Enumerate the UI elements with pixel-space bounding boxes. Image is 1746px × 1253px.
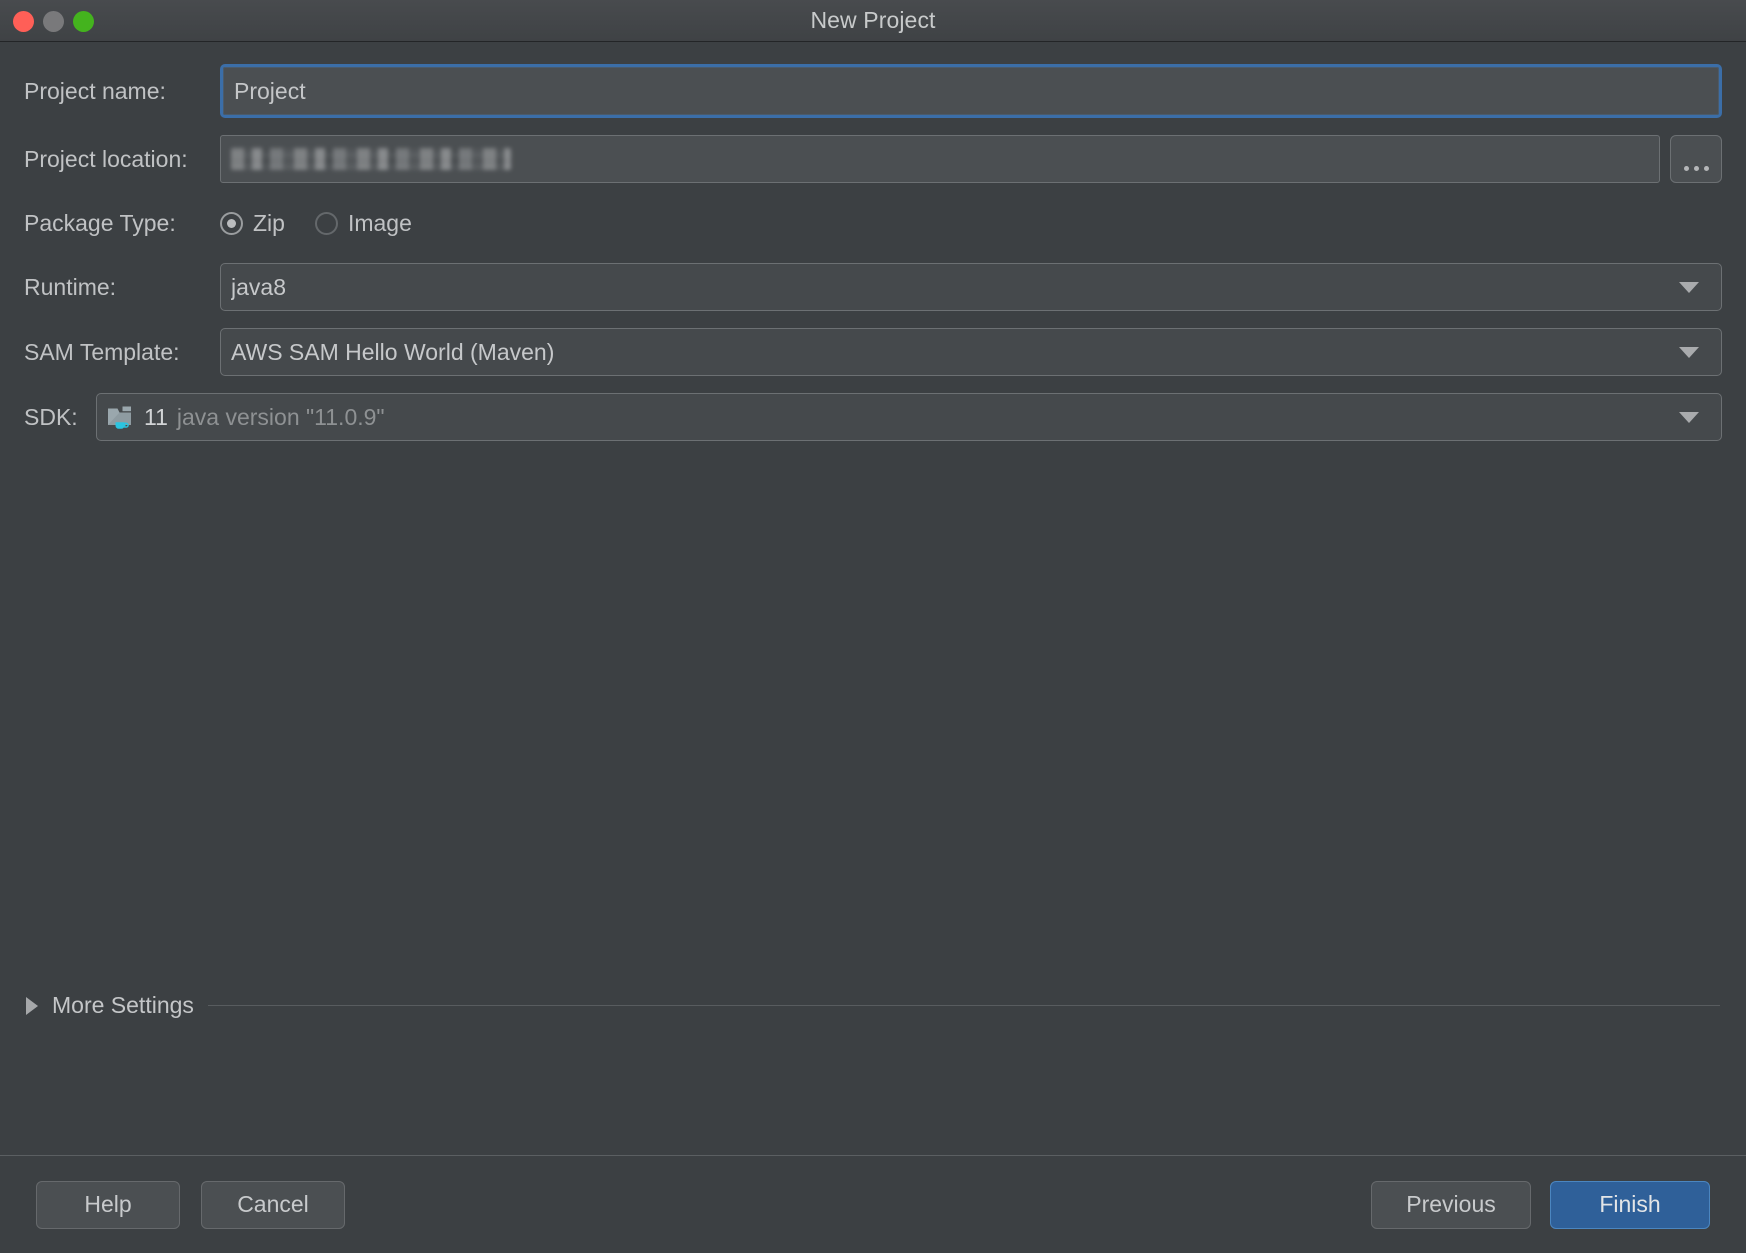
title-bar: New Project — [0, 0, 1746, 42]
runtime-value: java8 — [231, 274, 1679, 301]
row-sam-template: SAM Template: AWS SAM Hello World (Maven… — [24, 328, 1722, 376]
maximize-window-button[interactable] — [73, 11, 94, 32]
close-window-button[interactable] — [13, 11, 34, 32]
more-settings-label: More Settings — [52, 992, 194, 1019]
project-name-input-wrapper: Project — [220, 64, 1722, 118]
runtime-label: Runtime: — [24, 274, 220, 301]
row-runtime: Runtime: java8 — [24, 263, 1722, 311]
separator-line — [208, 1005, 1720, 1006]
new-project-dialog: New Project Project name: Project Projec… — [0, 0, 1746, 1253]
browse-location-button[interactable] — [1670, 135, 1722, 183]
sdk-value: 11 java version "11.0.9" — [107, 404, 1679, 431]
row-project-location: Project location: — [24, 135, 1722, 183]
minimize-window-button[interactable] — [43, 11, 64, 32]
project-name-input[interactable]: Project — [223, 67, 1719, 115]
radio-label-zip: Zip — [253, 210, 285, 237]
chevron-down-icon — [1679, 282, 1699, 293]
project-form: Project name: Project Project location: — [0, 42, 1746, 441]
sam-template-dropdown[interactable]: AWS SAM Hello World (Maven) — [220, 328, 1722, 376]
sam-template-label: SAM Template: — [24, 339, 220, 366]
radio-selected-dot-icon — [227, 219, 236, 228]
redacted-path-text — [231, 148, 511, 170]
triangle-right-icon[interactable] — [26, 997, 38, 1015]
radio-option-image[interactable]: Image — [315, 210, 412, 237]
window-title: New Project — [0, 7, 1746, 34]
previous-button[interactable]: Previous — [1371, 1181, 1531, 1229]
footer-left-buttons: Help Cancel — [36, 1181, 345, 1229]
dialog-footer: Help Cancel Previous Finish — [0, 1155, 1746, 1253]
ellipsis-dot-icon — [1694, 166, 1699, 171]
radio-circle-icon — [220, 212, 243, 235]
sdk-label: SDK: — [24, 404, 96, 431]
runtime-dropdown[interactable]: java8 — [220, 263, 1722, 311]
project-location-input[interactable] — [220, 135, 1660, 183]
more-settings-section[interactable]: More Settings — [26, 992, 1720, 1019]
sdk-version: 11 — [144, 404, 168, 431]
chevron-down-icon — [1679, 347, 1699, 358]
sam-template-value: AWS SAM Hello World (Maven) — [231, 339, 1679, 366]
row-sdk: SDK: 11 java version — [24, 393, 1722, 441]
project-location-label: Project location: — [24, 146, 220, 173]
finish-button[interactable]: Finish — [1550, 1181, 1710, 1229]
window-controls — [13, 0, 94, 42]
sdk-description: java version "11.0.9" — [177, 404, 385, 431]
radio-option-zip[interactable]: Zip — [220, 210, 285, 237]
radio-label-image: Image — [348, 210, 412, 237]
chevron-down-icon — [1679, 412, 1699, 423]
help-button[interactable]: Help — [36, 1181, 180, 1229]
radio-circle-icon — [315, 212, 338, 235]
row-project-name: Project name: Project — [24, 64, 1722, 118]
dialog-content: Project name: Project Project location: — [0, 42, 1746, 1155]
cancel-button[interactable]: Cancel — [201, 1181, 345, 1229]
ellipsis-dot-icon — [1684, 166, 1689, 171]
ellipsis-dot-icon — [1704, 166, 1709, 171]
row-package-type: Package Type: Zip Image — [24, 200, 1722, 246]
project-name-label: Project name: — [24, 78, 220, 105]
package-type-radio-group: Zip Image — [220, 210, 412, 237]
sdk-dropdown[interactable]: 11 java version "11.0.9" — [96, 393, 1722, 441]
java-sdk-folder-icon — [107, 404, 135, 430]
package-type-label: Package Type: — [24, 210, 220, 237]
footer-right-buttons: Previous Finish — [1371, 1181, 1710, 1229]
